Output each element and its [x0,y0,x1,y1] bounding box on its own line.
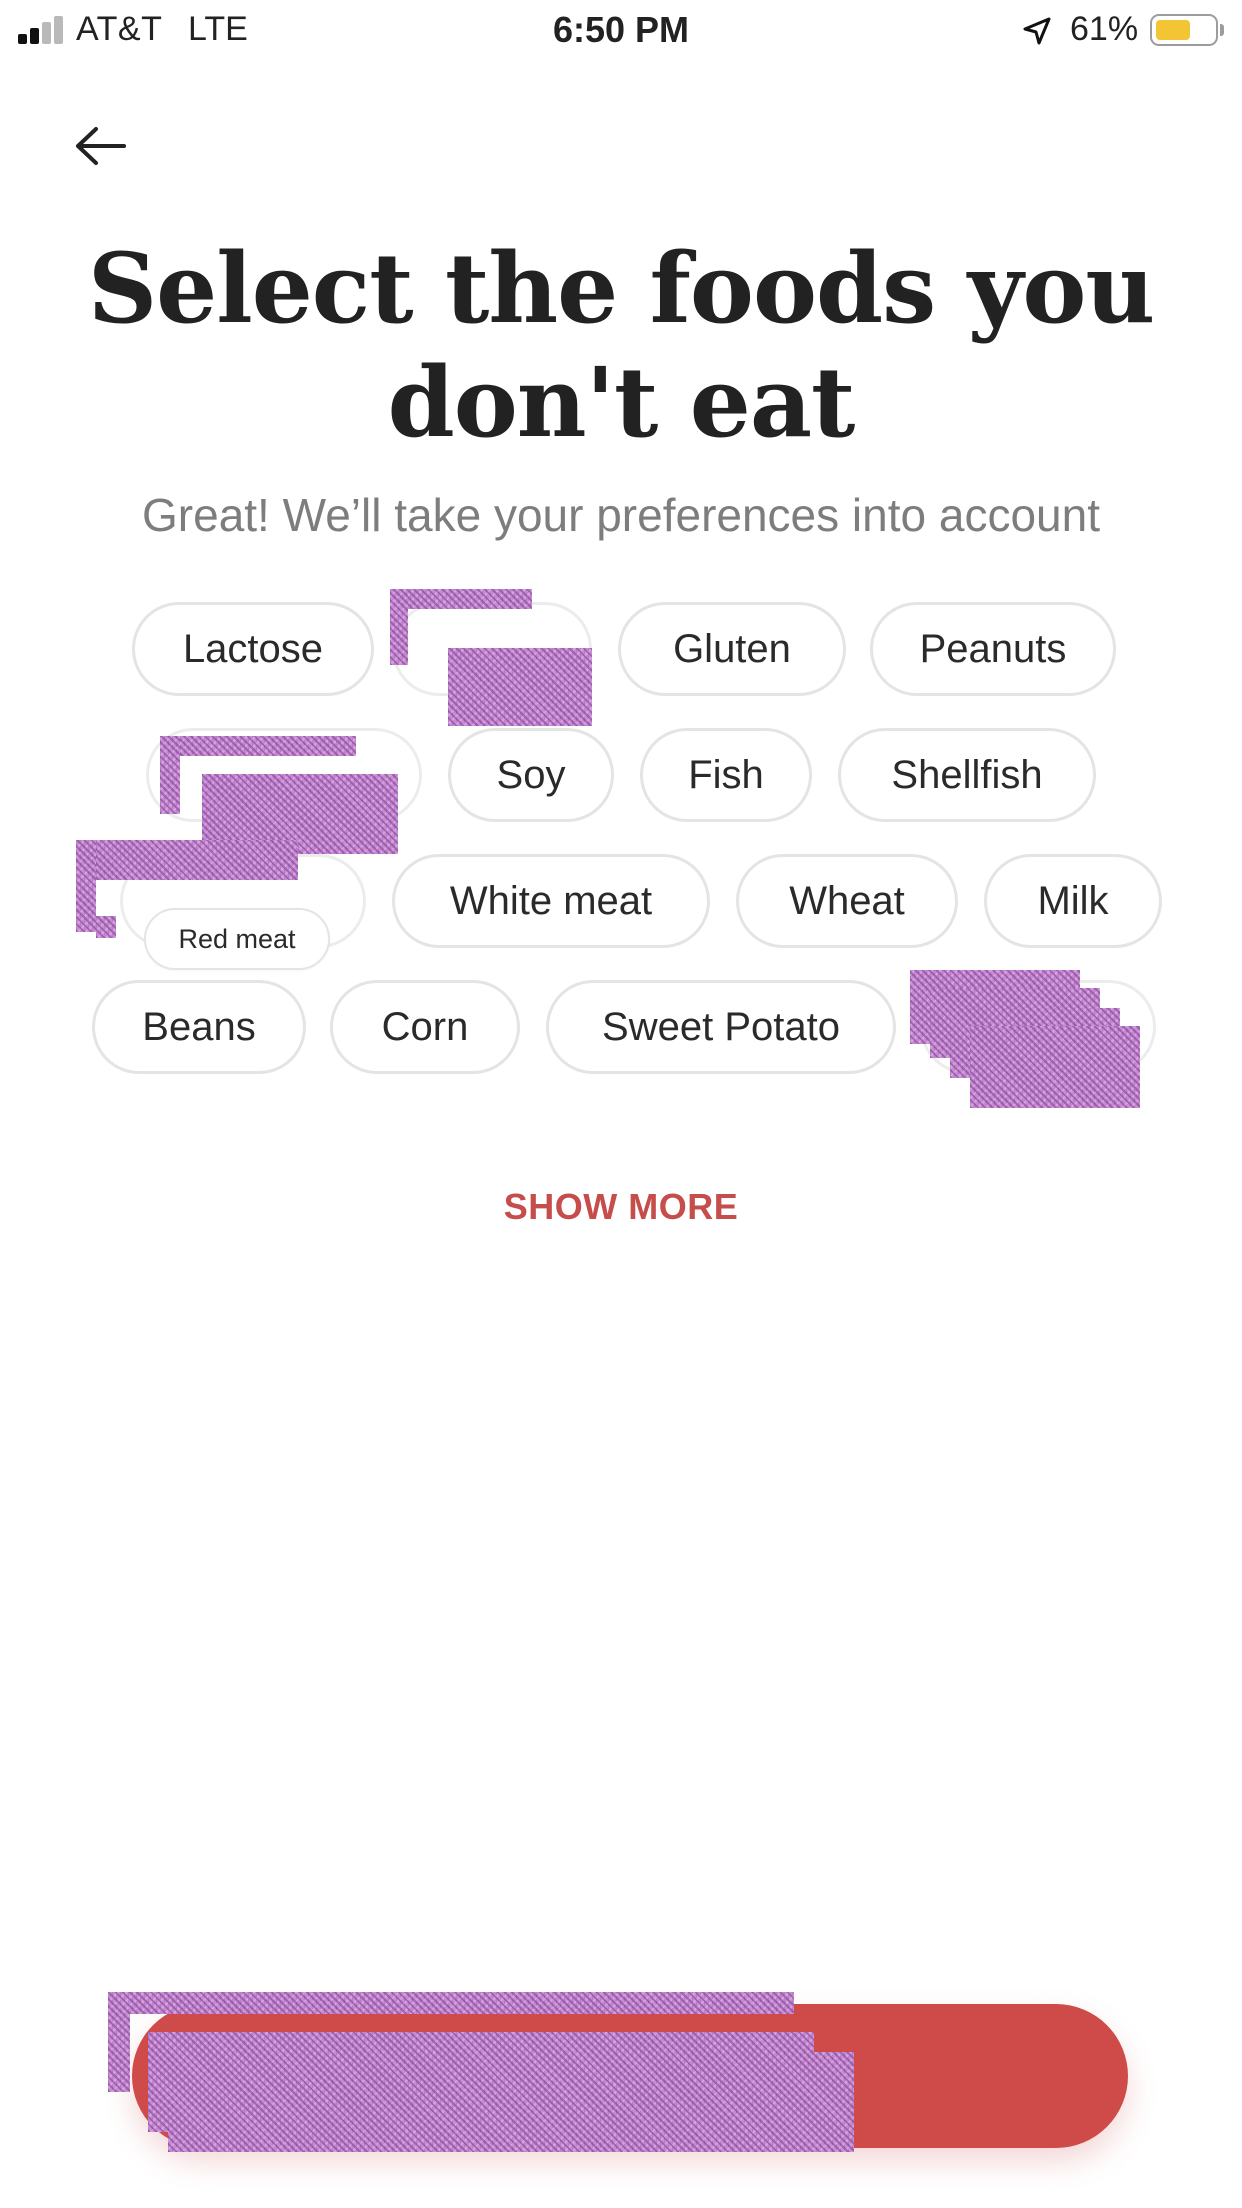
status-time: 6:50 PM [552,9,690,50]
redaction-patch [970,1026,1140,1108]
back-button[interactable] [60,110,140,180]
redaction-patch [76,840,96,932]
redaction-patch [108,1992,794,2014]
food-chip-lactose[interactable]: Lactose [132,602,374,696]
food-chip-milk[interactable]: Milk [984,854,1162,948]
food-chip-peanuts[interactable]: Peanuts [870,602,1116,696]
food-chip-beans[interactable]: Beans [92,980,306,1074]
battery-icon [1150,14,1218,46]
redaction-patch [390,589,532,609]
redaction-patch [390,589,408,665]
food-chip-gluten[interactable]: Gluten [618,602,846,696]
food-chip-soy[interactable]: Soy [448,728,614,822]
food-chip-corn[interactable]: Corn [330,980,520,1074]
show-more-button[interactable]: SHOW MORE [0,1186,1242,1228]
redaction-patch [96,916,116,938]
battery-cap [1220,24,1224,36]
redaction-patch [76,840,298,880]
redaction-patch [108,1992,130,2092]
arrow-left-icon [76,127,126,165]
battery-level-fill [1156,20,1190,40]
page-title: Select the foods you don't eat [87,232,1155,459]
redaction-patch [168,2052,854,2152]
food-chip-red-meat[interactable]: Red meat [144,908,330,970]
food-chip-white-meat[interactable]: White meat [392,854,710,948]
food-chip-shellfish[interactable]: Shellfish [838,728,1096,822]
page-subtitle: Great! We’ll take your preferences into … [142,489,1100,541]
redaction-patch [160,736,356,756]
food-chip-sweet-potato[interactable]: Sweet Potato [546,980,896,1074]
location-arrow-icon [1022,16,1052,46]
food-chip-fish[interactable]: Fish [640,728,812,822]
redaction-patch [448,648,592,726]
status-bar: AT&T LTE 6:50 PM 61% [0,0,1242,64]
food-chip-wheat[interactable]: Wheat [736,854,958,948]
redaction-patch [160,736,180,814]
battery-percentage: 61% [1070,10,1139,48]
